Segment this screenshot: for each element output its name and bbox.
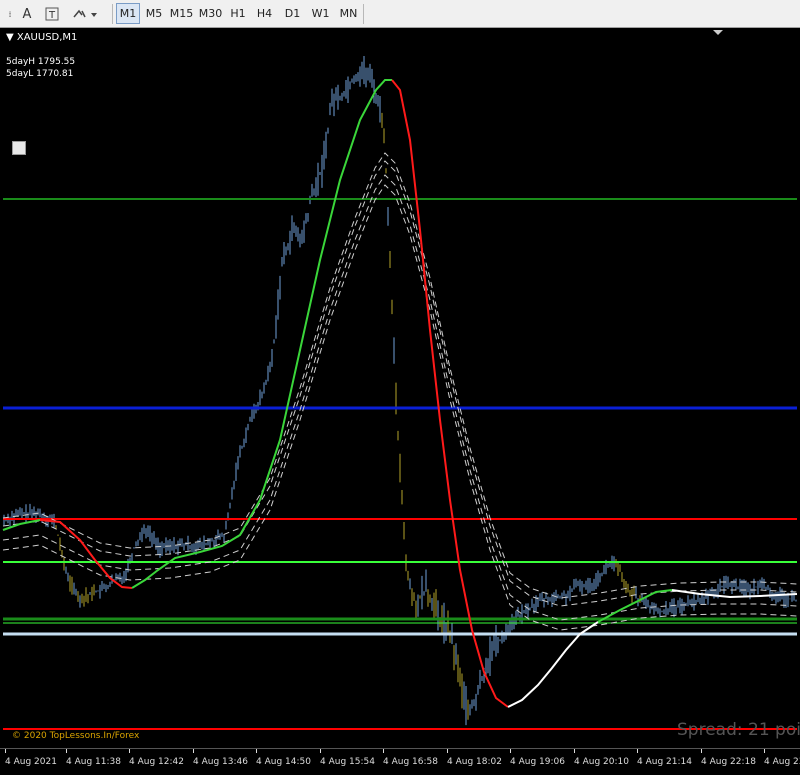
moving-average-down bbox=[391, 79, 509, 708]
moving-average-up bbox=[131, 79, 392, 589]
envelope-band-line bbox=[2, 160, 798, 607]
text-tool-icon: A bbox=[22, 6, 32, 22]
time-axis-tick bbox=[447, 749, 448, 753]
time-axis-label: 4 Aug 14:50 bbox=[256, 757, 311, 767]
time-axis-tick bbox=[129, 749, 130, 753]
timeframe-m30-button[interactable]: M30 bbox=[197, 3, 224, 24]
time-axis-tick bbox=[637, 749, 638, 753]
scroll-marker-icon[interactable] bbox=[713, 30, 723, 35]
toolbar-separator bbox=[112, 4, 113, 24]
time-axis-label: 4 Aug 2021 bbox=[5, 757, 57, 767]
timeframe-m1-button[interactable]: M1 bbox=[116, 3, 140, 24]
text-label-glyph-icon: T bbox=[45, 7, 59, 21]
chart-canvas[interactable] bbox=[0, 28, 800, 748]
toolbar-separator bbox=[363, 4, 364, 24]
timeframe-m15-button[interactable]: M15 bbox=[168, 3, 195, 24]
time-axis-label: 4 Aug 22:18 bbox=[701, 757, 756, 767]
time-axis: 4 Aug 2021 4 Aug 11:38 4 Aug 12:42 4 Aug 13… bbox=[0, 748, 800, 775]
time-axis-tick bbox=[256, 749, 257, 753]
envelope-band-line bbox=[2, 174, 798, 621]
timeframe-mn-button[interactable]: MN bbox=[336, 3, 361, 24]
time-axis-tick bbox=[320, 749, 321, 753]
spread-text: Spread: 21 poi bbox=[677, 720, 800, 740]
timeframe-h4-button[interactable]: H4 bbox=[252, 3, 277, 24]
time-axis-label: 4 Aug 11:38 bbox=[66, 757, 121, 767]
chart-object-button[interactable] bbox=[12, 141, 26, 155]
five-day-low: 5dayL 1770.81 bbox=[6, 69, 74, 79]
text-tool-button[interactable]: A bbox=[17, 4, 37, 24]
timeframe-m5-button[interactable]: M5 bbox=[143, 3, 165, 24]
time-axis-tick bbox=[510, 749, 511, 753]
timeframe-h1-button[interactable]: H1 bbox=[227, 3, 249, 24]
arrow-tool-button[interactable] bbox=[70, 4, 100, 24]
time-axis-label: 4 Aug 12:42 bbox=[129, 757, 184, 767]
price-chart[interactable] bbox=[0, 28, 800, 748]
time-axis-tick bbox=[383, 749, 384, 753]
envelope-band-line bbox=[2, 152, 798, 599]
text-label-icon[interactable]: T bbox=[42, 4, 62, 24]
svg-text:T: T bbox=[48, 10, 56, 21]
time-axis-label: 4 Aug 23 bbox=[764, 757, 800, 767]
copyright-text: © 2020 TopLessons.In/Forex bbox=[12, 731, 140, 741]
timeframe-w1-button[interactable]: W1 bbox=[308, 3, 333, 24]
time-axis-label: 4 Aug 13:46 bbox=[193, 757, 248, 767]
toolbar: ⁞ A T M1 M5 M15 M30 H1 H4 D1 W1 MN bbox=[0, 0, 800, 28]
time-axis-label: 4 Aug 18:02 bbox=[447, 757, 502, 767]
time-axis-tick bbox=[66, 749, 67, 753]
five-day-high: 5dayH 1795.55 bbox=[6, 57, 76, 67]
time-axis-label: 4 Aug 21:14 bbox=[637, 757, 692, 767]
time-axis-tick bbox=[764, 749, 765, 753]
time-axis-label: 4 Aug 19:06 bbox=[510, 757, 565, 767]
time-axis-label: 4 Aug 15:54 bbox=[320, 757, 375, 767]
time-axis-label: 4 Aug 20:10 bbox=[574, 757, 629, 767]
time-axis-tick bbox=[5, 749, 6, 753]
time-axis-tick bbox=[701, 749, 702, 753]
time-axis-tick bbox=[193, 749, 194, 753]
timeframe-d1-button[interactable]: D1 bbox=[280, 3, 305, 24]
time-axis-label: 4 Aug 16:58 bbox=[383, 757, 438, 767]
chart-symbol: ▼ XAUUSD,M1 bbox=[6, 32, 78, 43]
time-axis-tick bbox=[574, 749, 575, 753]
arrow-tool-icon bbox=[73, 9, 97, 18]
